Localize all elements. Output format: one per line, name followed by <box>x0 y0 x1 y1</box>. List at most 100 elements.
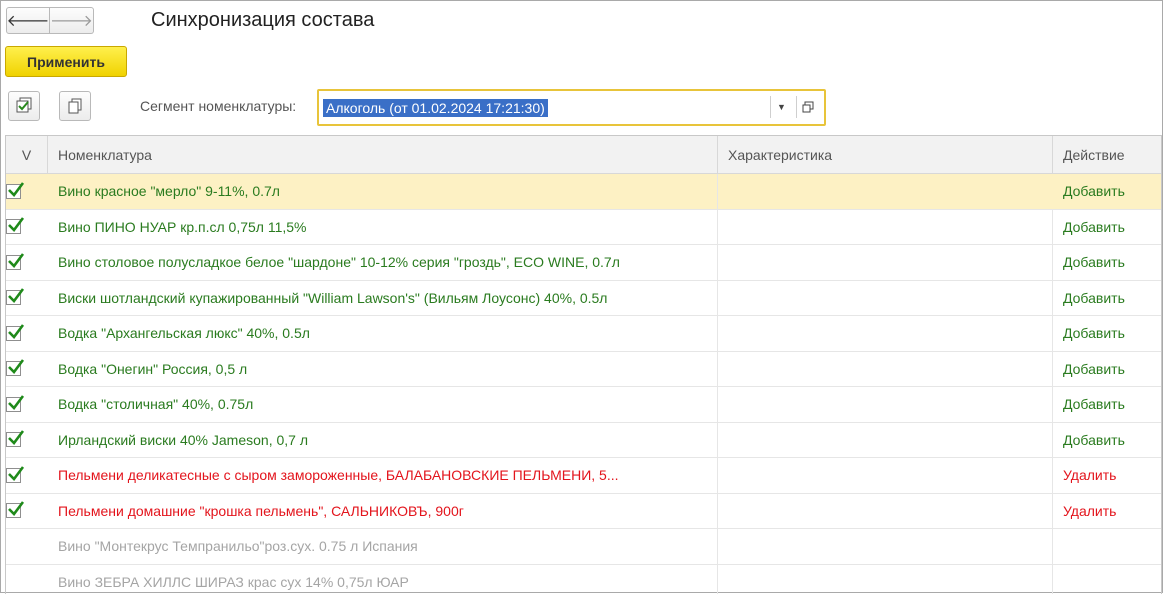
table-row[interactable]: Виски шотландский купажированный "Willia… <box>6 281 1161 317</box>
check-cell <box>6 458 48 493</box>
checkmark-icon <box>6 393 26 413</box>
checkmark-icon <box>6 251 26 271</box>
item-name-cell[interactable]: Водка "столичная" 40%, 0.75л <box>48 387 718 422</box>
item-name-cell[interactable]: Водка "Онегин" Россия, 0,5 л <box>48 352 718 387</box>
checkmark-icon <box>6 357 26 377</box>
segment-dropdown-button[interactable]: ▼ <box>770 96 792 118</box>
characteristic-cell[interactable] <box>718 245 1053 280</box>
arrow-right-icon: 🡒 <box>50 10 93 31</box>
check-cell <box>6 494 48 529</box>
characteristic-cell[interactable] <box>718 281 1053 316</box>
characteristic-cell[interactable] <box>718 387 1053 422</box>
row-checkbox[interactable] <box>6 397 21 412</box>
row-checkbox[interactable] <box>6 468 21 483</box>
checkmark-icon <box>6 464 26 484</box>
action-cell[interactable]: Добавить <box>1053 352 1161 387</box>
check-cell <box>6 387 48 422</box>
action-cell[interactable]: Добавить <box>1053 316 1161 351</box>
item-name-cell[interactable]: Водка "Архангельская люкс" 40%, 0.5л <box>48 316 718 351</box>
row-checkbox[interactable] <box>6 503 21 518</box>
column-header-characteristic[interactable]: Характеристика <box>718 136 1053 174</box>
row-checkbox[interactable] <box>6 184 21 199</box>
check-all-button[interactable] <box>8 91 40 121</box>
action-cell[interactable]: Добавить <box>1053 387 1161 422</box>
table-row[interactable]: Водка "Онегин" Россия, 0,5 л Добавить <box>6 352 1161 388</box>
table-body: Вино красное "мерло" 9-11%, 0.7л Добавить… <box>6 174 1161 594</box>
characteristic-cell[interactable] <box>718 210 1053 245</box>
check-cell <box>6 281 48 316</box>
check-cell <box>6 316 48 351</box>
forward-button[interactable]: 🡒 <box>50 7 94 34</box>
segment-input[interactable]: Алкоголь (от 01.02.2024 17:21:30) <box>323 95 766 120</box>
characteristic-cell[interactable] <box>718 352 1053 387</box>
back-button[interactable]: 🡐 <box>6 7 50 34</box>
checkmark-icon <box>6 499 26 519</box>
row-checkbox[interactable] <box>6 326 21 341</box>
action-cell[interactable]: Добавить <box>1053 210 1161 245</box>
check-all-icon <box>15 97 33 115</box>
action-cell[interactable]: Добавить <box>1053 245 1161 280</box>
checkmark-icon <box>6 215 26 235</box>
table-row[interactable]: Вино ЗЕБРА ХИЛЛС ШИРАЗ крас сух 14% 0,75… <box>6 565 1161 594</box>
copy-button[interactable] <box>59 91 91 121</box>
characteristic-cell[interactable] <box>718 174 1053 209</box>
characteristic-cell[interactable] <box>718 423 1053 458</box>
check-cell <box>6 245 48 280</box>
item-name-cell[interactable]: Вино "Монтекрус Темпранильо"роз.сух. 0.7… <box>48 529 718 564</box>
page-title: Синхронизация состава <box>151 9 374 32</box>
row-checkbox[interactable] <box>6 290 21 305</box>
checkmark-icon <box>6 180 26 200</box>
action-cell[interactable]: Добавить <box>1053 174 1161 209</box>
column-header-item[interactable]: Номенклатура <box>48 136 718 174</box>
segment-label: Сегмент номенклатуры: <box>140 98 296 114</box>
column-header-action[interactable]: Действие <box>1053 136 1161 174</box>
check-cell <box>6 565 48 594</box>
characteristic-cell[interactable] <box>718 316 1053 351</box>
item-name-cell[interactable]: Ирландский виски 40% Jameson, 0,7 л <box>48 423 718 458</box>
characteristic-cell[interactable] <box>718 565 1053 594</box>
row-checkbox[interactable] <box>6 361 21 376</box>
table-row[interactable]: Водка "столичная" 40%, 0.75л Добавить <box>6 387 1161 423</box>
table-row[interactable]: Вино столовое полусладкое белое "шардоне… <box>6 245 1161 281</box>
action-cell[interactable]: Добавить <box>1053 281 1161 316</box>
item-name-cell[interactable]: Вино ЗЕБРА ХИЛЛС ШИРАЗ крас сух 14% 0,75… <box>48 565 718 594</box>
check-cell <box>6 423 48 458</box>
item-name-cell[interactable]: Вино ПИНО НУАР кр.п.сл 0,75л 11,5% <box>48 210 718 245</box>
item-name-cell[interactable]: Пельмени домашние "крошка пельмень", САЛ… <box>48 494 718 529</box>
action-cell[interactable]: Добавить <box>1053 423 1161 458</box>
table-row[interactable]: Вино "Монтекрус Темпранильо"роз.сух. 0.7… <box>6 529 1161 565</box>
action-cell[interactable]: Удалить <box>1053 494 1161 529</box>
item-name-cell[interactable]: Пельмени деликатесные с сыром замороженн… <box>48 458 718 493</box>
action-cell[interactable]: Удалить <box>1053 458 1161 493</box>
characteristic-cell[interactable] <box>718 529 1053 564</box>
item-name-cell[interactable]: Вино красное "мерло" 9-11%, 0.7л <box>48 174 718 209</box>
row-checkbox[interactable] <box>6 432 21 447</box>
action-cell[interactable] <box>1053 565 1161 594</box>
copy-icon <box>66 97 84 115</box>
table-row[interactable]: Пельмени деликатесные с сыром замороженн… <box>6 458 1161 494</box>
table-row[interactable]: Ирландский виски 40% Jameson, 0,7 л Добав… <box>6 423 1161 459</box>
column-header-check[interactable]: V <box>6 136 48 174</box>
table-row[interactable]: Вино красное "мерло" 9-11%, 0.7л Добавить <box>6 174 1161 210</box>
sync-composition-window: 🡐 🡒 Синхронизация состава Применить Сегм… <box>0 0 1163 593</box>
checkmark-icon <box>6 322 26 342</box>
action-cell[interactable] <box>1053 529 1161 564</box>
table-row[interactable]: Пельмени домашние "крошка пельмень", САЛ… <box>6 494 1161 530</box>
chevron-down-icon: ▼ <box>777 102 786 112</box>
row-checkbox[interactable] <box>6 255 21 270</box>
segment-field[interactable]: Алкоголь (от 01.02.2024 17:21:30) ▼ <box>317 89 826 126</box>
item-name-cell[interactable]: Вино столовое полусладкое белое "шардоне… <box>48 245 718 280</box>
characteristic-cell[interactable] <box>718 458 1053 493</box>
item-name-cell[interactable]: Виски шотландский купажированный "Willia… <box>48 281 718 316</box>
table-row[interactable]: Водка "Архангельская люкс" 40%, 0.5л Доба… <box>6 316 1161 352</box>
segment-value: Алкоголь (от 01.02.2024 17:21:30) <box>323 99 548 117</box>
row-checkbox[interactable] <box>6 219 21 234</box>
navigation-buttons: 🡐 🡒 <box>6 7 94 34</box>
arrow-left-icon: 🡐 <box>7 10 50 31</box>
table-row[interactable]: Вино ПИНО НУАР кр.п.сл 0,75л 11,5% Добави… <box>6 210 1161 246</box>
checkmark-icon <box>6 428 26 448</box>
apply-button[interactable]: Применить <box>5 46 127 77</box>
segment-open-button[interactable] <box>796 96 818 118</box>
check-cell <box>6 210 48 245</box>
characteristic-cell[interactable] <box>718 494 1053 529</box>
